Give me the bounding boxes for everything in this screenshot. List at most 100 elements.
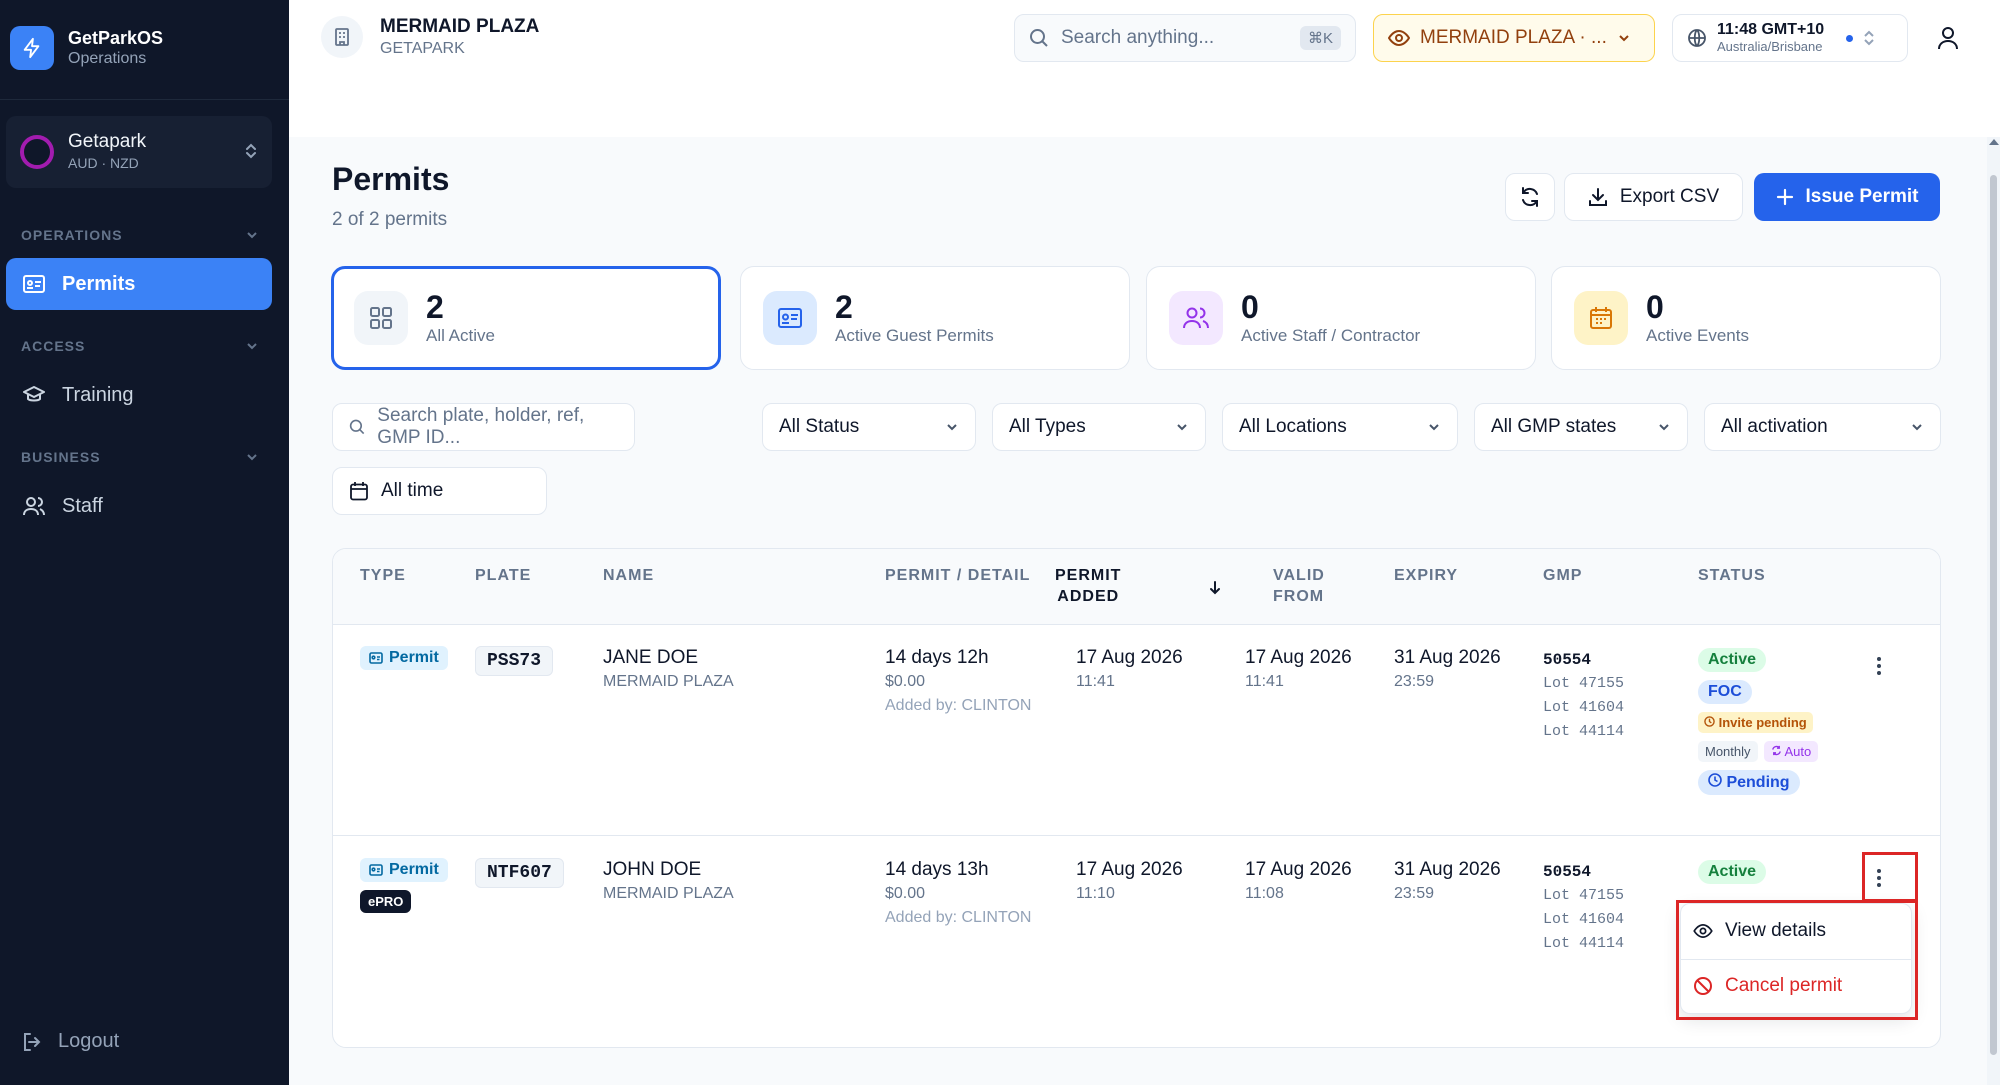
column-header-permit-added[interactable]: PERMIT ADDED bbox=[1055, 565, 1121, 607]
search-icon bbox=[349, 419, 365, 435]
permit-price: $0.00 bbox=[885, 673, 926, 690]
column-header-line: VALID bbox=[1273, 567, 1325, 584]
valid-date: 17 Aug 2026 bbox=[1245, 647, 1352, 668]
valid-date: 17 Aug 2026 bbox=[1245, 859, 1352, 880]
stat-value: 2 bbox=[426, 289, 444, 325]
column-header-status: STATUS bbox=[1698, 567, 1766, 584]
location-filter[interactable]: All Locations bbox=[1222, 403, 1458, 451]
clock-icon bbox=[1704, 716, 1715, 727]
added-date: 17 Aug 2026 bbox=[1076, 859, 1183, 880]
global-search-input[interactable]: Search anything... ⌘K bbox=[1014, 14, 1356, 62]
status-badge: Active bbox=[1698, 648, 1767, 672]
renew-badge: Auto bbox=[1763, 741, 1819, 762]
page-subtitle: 2 of 2 permits bbox=[332, 209, 448, 230]
name-cell: JOHN DOE MERMAID PLAZA bbox=[603, 858, 734, 906]
expiry-time: 23:59 bbox=[1394, 673, 1435, 690]
gmp-cell: 50554 Lot 47155 Lot 41604 Lot 44114 bbox=[1543, 648, 1624, 744]
status-badge: Active bbox=[1698, 860, 1767, 884]
time-filter[interactable]: All time bbox=[332, 467, 547, 515]
calendar-icon bbox=[350, 482, 368, 501]
logout-button[interactable]: Logout bbox=[22, 1030, 119, 1053]
row-actions-button[interactable] bbox=[1868, 653, 1890, 679]
chevron-down-icon bbox=[1659, 424, 1669, 431]
repeat-icon bbox=[1771, 745, 1781, 756]
section-access[interactable]: ACCESS bbox=[21, 338, 259, 354]
row-divider bbox=[333, 835, 1940, 836]
org-switcher[interactable]: Getapark AUD · NZD bbox=[6, 116, 272, 188]
added-by: Added by: CLINTON bbox=[885, 697, 1032, 714]
gmp-id: 50554 bbox=[1543, 651, 1592, 669]
column-header-gmp: GMP bbox=[1543, 567, 1583, 584]
gmp-state-filter-value: All GMP states bbox=[1491, 416, 1617, 437]
sidebar-item-staff[interactable]: Staff bbox=[6, 480, 272, 532]
calendar-icon bbox=[1574, 291, 1628, 345]
user-menu-icon[interactable] bbox=[1937, 26, 1959, 55]
site-title: MERMAID PLAZA bbox=[380, 16, 540, 37]
clock-icon bbox=[1708, 773, 1722, 787]
type-filter[interactable]: All Types bbox=[992, 403, 1206, 451]
gmp-lot: Lot 44114 bbox=[1543, 723, 1625, 740]
live-dot bbox=[1846, 34, 1854, 42]
logout-label: Logout bbox=[58, 1030, 120, 1052]
type-label: Permit bbox=[389, 649, 439, 666]
sidebar-item-label: Permits bbox=[62, 272, 136, 295]
chevron-up-down-icon bbox=[244, 142, 258, 163]
stat-card-guest-permits[interactable]: 2 Active Guest Permits bbox=[740, 266, 1130, 370]
id-card-icon bbox=[369, 864, 383, 876]
more-vertical-icon bbox=[1877, 657, 1881, 675]
scrollbar-thumb[interactable] bbox=[1990, 175, 1997, 1055]
permit-search-input[interactable]: Search plate, holder, ref, GMP ID... bbox=[332, 403, 635, 451]
permit-duration: 14 days 13h bbox=[885, 859, 989, 880]
gmp-state-filter[interactable]: All GMP states bbox=[1474, 403, 1688, 451]
permit-added-cell: 17 Aug 2026 11:10 bbox=[1076, 858, 1183, 906]
stat-card-events[interactable]: 0 Active Events bbox=[1551, 266, 1941, 370]
section-business[interactable]: BUSINESS bbox=[21, 449, 259, 465]
org-avatar bbox=[20, 135, 54, 169]
epro-badge: ePRO bbox=[360, 890, 412, 913]
column-header-expiry: EXPIRY bbox=[1394, 567, 1459, 584]
stat-card-all-active[interactable]: 2 All Active bbox=[331, 266, 721, 370]
sidebar-item-training[interactable]: Training bbox=[6, 369, 272, 421]
chevron-down-icon bbox=[247, 454, 257, 461]
scroll-up-arrow[interactable] bbox=[1989, 139, 1999, 145]
export-csv-button[interactable]: Export CSV bbox=[1564, 173, 1743, 221]
plate-cell: PSS73 bbox=[475, 646, 554, 676]
issue-permit-button[interactable]: Issue Permit bbox=[1754, 173, 1940, 221]
type-cell: Permit ePRO bbox=[360, 858, 448, 913]
refresh-icon bbox=[1522, 187, 1538, 207]
plate-number: PSS73 bbox=[475, 646, 554, 676]
issue-permit-label: Issue Permit bbox=[1805, 186, 1919, 207]
sidebar-item-permits[interactable]: Permits bbox=[6, 258, 272, 310]
refresh-button[interactable] bbox=[1505, 173, 1555, 221]
status-filter[interactable]: All Status bbox=[762, 403, 976, 451]
sidebar-item-label: Staff bbox=[62, 494, 103, 517]
holder-name: JANE DOE bbox=[603, 647, 699, 668]
expiry-time: 23:59 bbox=[1394, 885, 1435, 902]
scrollbar[interactable] bbox=[1987, 137, 2000, 1085]
column-header-plate: PLATE bbox=[475, 567, 532, 584]
status-filter-value: All Status bbox=[779, 416, 860, 437]
search-icon bbox=[1030, 29, 1048, 47]
column-header-line: ADDED bbox=[1057, 588, 1120, 605]
activation-filter[interactable]: All activation bbox=[1704, 403, 1941, 451]
column-header-valid-from: VALID FROM bbox=[1273, 565, 1325, 607]
added-time: 11:41 bbox=[1076, 673, 1115, 690]
export-csv-label: Export CSV bbox=[1619, 186, 1720, 207]
timezone-selector[interactable]: 11:48 GMT+10 Australia/Brisbane bbox=[1672, 14, 1908, 62]
plus-icon bbox=[1776, 188, 1793, 206]
stat-card-staff-contractor[interactable]: 0 Active Staff / Contractor bbox=[1146, 266, 1536, 370]
type-label: Permit bbox=[389, 861, 439, 878]
site-selector-label: MERMAID PLAZA · ... bbox=[1420, 27, 1607, 48]
section-operations[interactable]: OPERATIONS bbox=[21, 227, 259, 243]
chevron-down-icon bbox=[247, 232, 257, 239]
section-label: BUSINESS bbox=[21, 449, 101, 465]
stat-label: All Active bbox=[426, 326, 495, 345]
org-currencies: AUD · NZD bbox=[68, 155, 139, 171]
top-header: MERMAID PLAZA GETAPARK Search anything..… bbox=[289, 0, 2000, 137]
brand[interactable]: GetParkOS Operations bbox=[10, 26, 163, 70]
expiry-cell: 31 Aug 2026 23:59 bbox=[1394, 646, 1501, 694]
gmp-lot: Lot 41604 bbox=[1543, 911, 1625, 928]
site-selector[interactable]: MERMAID PLAZA · ... bbox=[1373, 14, 1655, 62]
stat-value: 2 bbox=[835, 289, 853, 325]
billing-badge: Monthly bbox=[1698, 741, 1758, 762]
